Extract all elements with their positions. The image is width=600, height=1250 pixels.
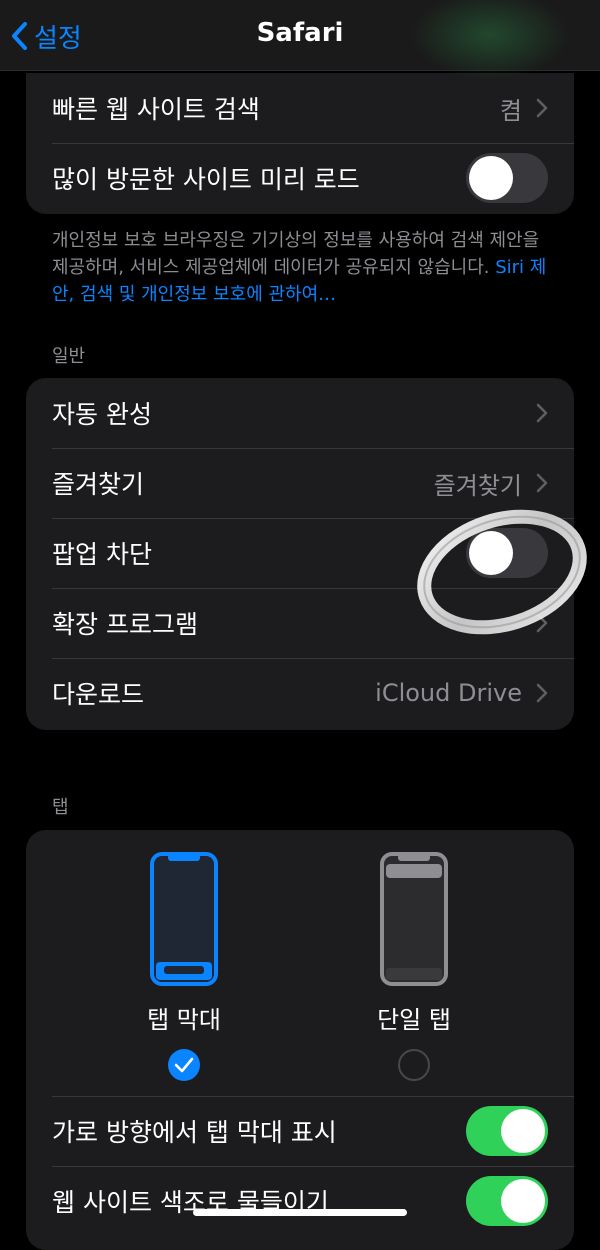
- downloads-value: iCloud Drive: [375, 679, 522, 707]
- extensions-row[interactable]: 확장 프로그램: [26, 588, 574, 658]
- chevron-right-icon: [536, 473, 548, 493]
- block-popups-row: 팝업 차단: [26, 518, 574, 588]
- website-tinting-row: 웹 사이트 색조로 물들이기: [26, 1166, 574, 1236]
- toggle-knob: [469, 156, 513, 200]
- autofill-row[interactable]: 자동 완성: [26, 378, 574, 448]
- block-popups-toggle[interactable]: [466, 528, 548, 578]
- preload-top-hit-row: 많이 방문한 사이트 미리 로드: [26, 143, 574, 213]
- general-section-header: 일반: [52, 346, 86, 367]
- single-tab-radio[interactable]: [398, 1049, 430, 1081]
- chevron-right-icon: [536, 98, 548, 118]
- landscape-tab-bar-toggle[interactable]: [466, 1106, 548, 1156]
- quick-website-search-value: 켬: [499, 96, 522, 125]
- favorites-row[interactable]: 즐겨찾기 즐겨찾기: [26, 448, 574, 518]
- block-popups-label: 팝업 차단: [52, 540, 152, 569]
- downloads-row[interactable]: 다운로드 iCloud Drive: [26, 658, 574, 728]
- divider: [52, 1096, 574, 1097]
- search-settings-group: 빠른 웹 사이트 검색 켬 많이 방문한 사이트 미리 로드: [26, 73, 574, 214]
- privacy-footnote: 개인정보 보호 브라우징은 기기상의 정보를 사용하여 검색 제안을 제공하며,…: [52, 227, 552, 308]
- page-title: Safari: [256, 18, 344, 48]
- checkmark-icon: [174, 1057, 194, 1073]
- tab-bar-option[interactable]: 탭 막대: [84, 852, 284, 1081]
- tab-bar-radio[interactable]: [168, 1049, 200, 1081]
- single-tab-option-label: 단일 탭: [377, 1006, 451, 1034]
- single-tab-option[interactable]: 단일 탭: [314, 852, 514, 1081]
- chevron-right-icon: [536, 683, 548, 703]
- tabs-section-header: 탭: [52, 797, 69, 818]
- general-settings-group: 자동 완성 즐겨찾기 즐겨찾기 팝업 차단 확장 프로그램 다운로드 iClou…: [26, 378, 574, 730]
- quick-website-search-label: 빠른 웹 사이트 검색: [52, 95, 260, 124]
- chevron-right-icon: [536, 403, 548, 423]
- tab-bar-phone-icon: [150, 852, 218, 986]
- tab-bar-option-label: 탭 막대: [147, 1006, 221, 1034]
- chevron-right-icon: [536, 613, 548, 633]
- downloads-label: 다운로드: [52, 680, 145, 709]
- toggle-knob: [469, 531, 513, 575]
- favorites-label: 즐겨찾기: [52, 470, 145, 499]
- toggle-knob: [501, 1109, 545, 1153]
- quick-website-search-row[interactable]: 빠른 웹 사이트 검색 켬: [26, 73, 574, 143]
- landscape-tab-bar-row: 가로 방향에서 탭 막대 표시: [26, 1096, 574, 1166]
- favorites-value: 즐겨찾기: [433, 471, 522, 500]
- tabs-settings-group: 탭 막대 단일 탭 가로 방향에서 탭 막대 표시 웹 사이트 색조로 물들이기: [26, 830, 574, 1250]
- single-tab-phone-icon: [380, 852, 448, 986]
- navigation-bar: 설정 Safari: [0, 0, 600, 80]
- toggle-knob: [501, 1179, 545, 1223]
- landscape-tab-bar-label: 가로 방향에서 탭 막대 표시: [52, 1118, 337, 1147]
- extensions-label: 확장 프로그램: [52, 610, 198, 639]
- autofill-label: 자동 완성: [52, 400, 152, 429]
- preload-top-hit-toggle[interactable]: [466, 153, 548, 203]
- preload-top-hit-label: 많이 방문한 사이트 미리 로드: [52, 165, 360, 194]
- website-tinting-toggle[interactable]: [466, 1176, 548, 1226]
- home-indicator[interactable]: [193, 1209, 407, 1216]
- privacy-footnote-text: 개인정보 보호 브라우징은 기기상의 정보를 사용하여 검색 제안을 제공하며,…: [52, 230, 540, 278]
